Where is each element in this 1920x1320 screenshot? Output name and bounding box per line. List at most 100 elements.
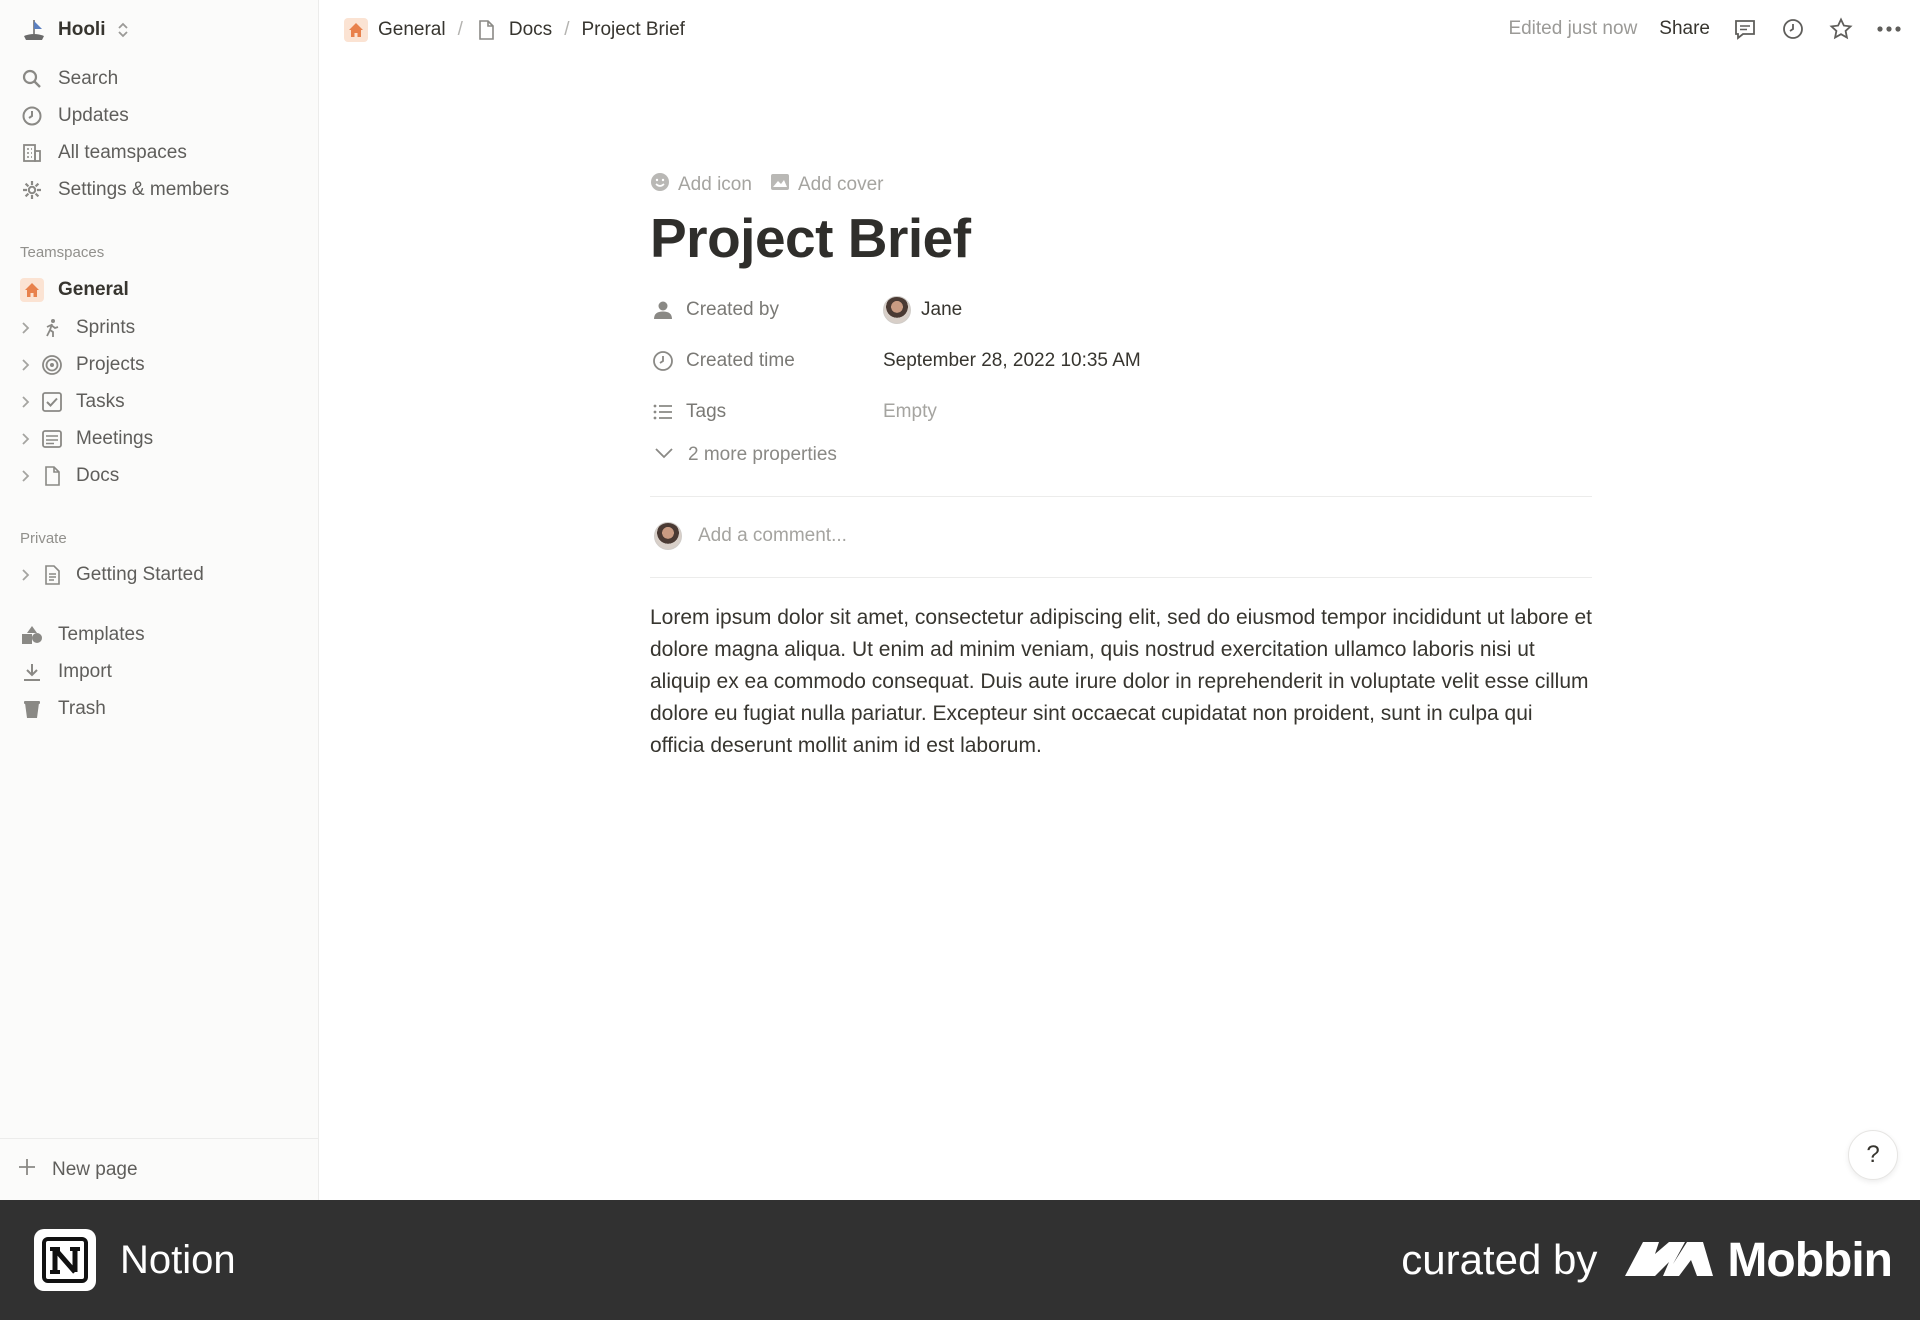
- private-heading: Private: [20, 530, 67, 547]
- workspace-name: Hooli: [58, 19, 106, 40]
- sidebar-item-label: Settings & members: [58, 179, 230, 200]
- property-label: Created time: [686, 350, 795, 371]
- trash-icon: [20, 697, 44, 721]
- sidebar-item-label: Projects: [76, 354, 145, 375]
- clock-icon: [650, 348, 676, 374]
- chevron-right-icon[interactable]: [18, 567, 34, 583]
- sidebar: Hooli Search Updates All teamspaces Sett…: [0, 0, 319, 1200]
- body-paragraph[interactable]: Lorem ipsum dolor sit amet, consectetur …: [650, 602, 1592, 762]
- sidebar-item-label: Trash: [58, 698, 106, 719]
- mobbin-logo-icon: [1625, 1233, 1714, 1288]
- page-title[interactable]: Project Brief: [650, 206, 971, 270]
- sidebar-item-templates[interactable]: Templates: [20, 618, 310, 652]
- more-icon[interactable]: [1876, 16, 1902, 42]
- workspace-switcher[interactable]: Hooli: [20, 14, 130, 46]
- breadcrumb-separator: /: [564, 19, 570, 40]
- sidebar-item-label: Meetings: [76, 428, 154, 449]
- comment-icon[interactable]: [1732, 16, 1758, 42]
- target-icon: [40, 353, 64, 377]
- property-value: September 28, 2022 10:35 AM: [883, 350, 1141, 371]
- templates-icon: [20, 623, 44, 647]
- home-icon: [344, 18, 368, 42]
- sidebar-item-label: Updates: [58, 105, 129, 126]
- history-icon[interactable]: [1780, 16, 1806, 42]
- plus-icon: [16, 1156, 38, 1184]
- breadcrumb-docs[interactable]: Docs: [509, 19, 552, 41]
- home-icon: [20, 278, 44, 302]
- chevron-right-icon[interactable]: [18, 320, 34, 336]
- checkbox-icon: [40, 390, 64, 414]
- breadcrumb-general[interactable]: General: [378, 19, 446, 41]
- add-icon-label: Add icon: [678, 174, 752, 195]
- mobbin-brand: Mobbin: [1625, 1233, 1893, 1288]
- property-created-by[interactable]: Created by Jane: [650, 292, 1592, 328]
- app-branding: Notion: [34, 1229, 236, 1291]
- property-name: Created time: [650, 348, 883, 374]
- breadcrumb-project-brief[interactable]: Project Brief: [581, 19, 684, 41]
- chevron-right-icon[interactable]: [18, 394, 34, 410]
- search-icon: [20, 67, 44, 91]
- breadcrumb: General / Docs / Project Brief: [344, 14, 685, 46]
- chevron-right-icon[interactable]: [18, 468, 34, 484]
- sidebar-item-projects[interactable]: Projects: [18, 348, 308, 382]
- app-name: Notion: [120, 1237, 236, 1282]
- chevron-right-icon[interactable]: [18, 357, 34, 373]
- property-label: Tags: [686, 401, 727, 422]
- runner-icon: [40, 316, 64, 340]
- sidebar-item-label: General: [58, 279, 129, 300]
- download-icon: [20, 660, 44, 684]
- sidebar-item-settings[interactable]: Settings & members: [20, 173, 310, 207]
- breadcrumb-separator: /: [457, 19, 463, 40]
- divider: [650, 577, 1592, 578]
- property-label: Created by: [686, 299, 779, 320]
- topbar-actions: Edited just now Share: [1508, 12, 1902, 46]
- building-icon: [20, 141, 44, 165]
- sidebar-item-trash[interactable]: Trash: [20, 692, 310, 726]
- chevron-updown-icon: [116, 20, 130, 40]
- sidebar-item-meetings[interactable]: Meetings: [18, 422, 308, 456]
- share-button[interactable]: Share: [1659, 18, 1710, 40]
- sidebar-item-import[interactable]: Import: [20, 655, 310, 689]
- new-page-label: New page: [52, 1158, 138, 1180]
- sidebar-item-label: Docs: [76, 465, 120, 486]
- page-icon: [40, 464, 64, 488]
- property-value: Empty: [883, 401, 937, 422]
- curated-by-label: curated by: [1401, 1236, 1598, 1283]
- sidebar-item-label: Templates: [58, 624, 145, 645]
- sidebar-item-getting-started[interactable]: Getting Started: [18, 558, 308, 592]
- sidebar-item-docs[interactable]: Docs: [18, 459, 308, 493]
- edited-status: Edited just now: [1508, 18, 1638, 39]
- sidebar-item-label: Getting Started: [76, 564, 204, 585]
- avatar: [654, 522, 682, 550]
- add-icon-button[interactable]: Add icon: [650, 172, 752, 198]
- sidebar-item-label: Sprints: [76, 317, 136, 338]
- star-icon[interactable]: [1828, 16, 1854, 42]
- comment-input[interactable]: Add a comment...: [654, 522, 847, 550]
- help-button[interactable]: ?: [1848, 1130, 1898, 1180]
- notes-icon: [40, 427, 64, 451]
- sidebar-item-label: All teamspaces: [58, 142, 187, 163]
- property-name: Created by: [650, 297, 883, 323]
- sidebar-item-all-teamspaces[interactable]: All teamspaces: [20, 136, 310, 170]
- person-icon: [650, 297, 676, 323]
- creator-name: Jane: [921, 299, 963, 320]
- chevron-right-icon[interactable]: [18, 431, 34, 447]
- sidebar-item-sprints[interactable]: Sprints: [18, 311, 308, 345]
- add-cover-button[interactable]: Add cover: [770, 172, 884, 198]
- property-tags[interactable]: Tags Empty: [650, 394, 1592, 430]
- property-name: Tags: [650, 399, 883, 425]
- sidebar-item-search[interactable]: Search: [20, 62, 310, 96]
- document-icon: [40, 563, 64, 587]
- mobbin-name: Mobbin: [1727, 1233, 1893, 1287]
- more-properties-toggle[interactable]: 2 more properties: [654, 444, 837, 466]
- new-page-button[interactable]: New page: [0, 1138, 319, 1200]
- notion-logo-icon: [34, 1229, 96, 1291]
- clock-icon: [20, 104, 44, 128]
- sidebar-item-general[interactable]: General: [20, 273, 310, 307]
- comment-placeholder: Add a comment...: [698, 525, 847, 546]
- property-created-time[interactable]: Created time September 28, 2022 10:35 AM: [650, 343, 1592, 379]
- image-icon: [770, 172, 790, 198]
- sidebar-item-updates[interactable]: Updates: [20, 99, 310, 133]
- more-properties-label: 2 more properties: [688, 444, 837, 465]
- sidebar-item-tasks[interactable]: Tasks: [18, 385, 308, 419]
